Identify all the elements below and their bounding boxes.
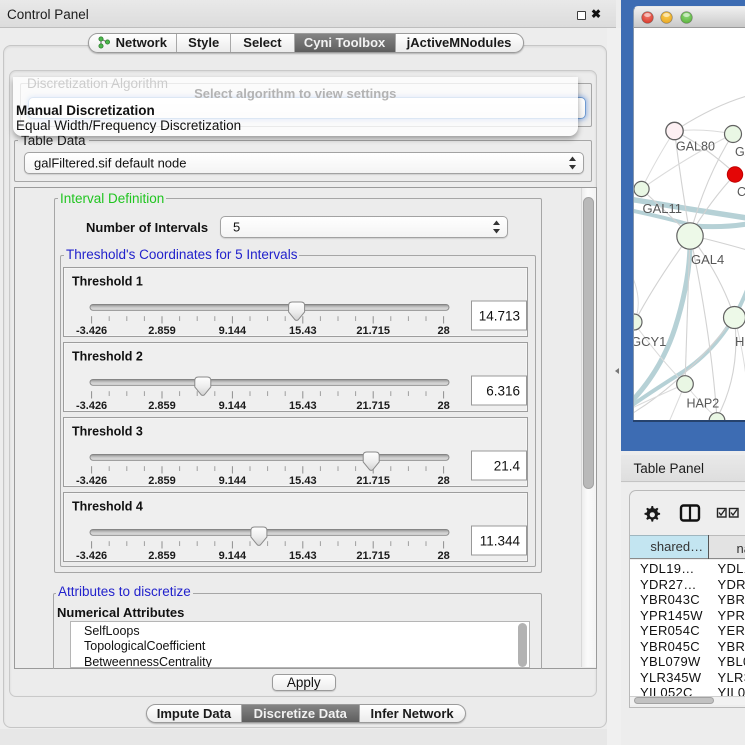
svg-text:Threshold 2: Threshold 2 — [72, 350, 143, 364]
svg-text:28: 28 — [437, 325, 449, 337]
svg-text:9.144: 9.144 — [219, 475, 247, 487]
svg-text:2.859: 2.859 — [148, 325, 176, 337]
svg-text:9.144: 9.144 — [219, 400, 247, 412]
svg-text:21.715: 21.715 — [356, 400, 390, 412]
svg-text:21.715: 21.715 — [356, 550, 390, 562]
svg-text:28: 28 — [437, 475, 449, 487]
svg-text:Threshold 4: Threshold 4 — [72, 500, 143, 514]
svg-text:21.715: 21.715 — [356, 325, 390, 337]
svg-text:15.43: 15.43 — [289, 475, 317, 487]
svg-text:-3.426: -3.426 — [76, 550, 107, 562]
svg-text:15.43: 15.43 — [289, 325, 317, 337]
svg-text:28: 28 — [437, 550, 449, 562]
svg-text:GAL4: GAL4 — [691, 252, 724, 267]
svg-text:2.859: 2.859 — [148, 400, 176, 412]
svg-text:11.344: 11.344 — [480, 534, 521, 549]
svg-text:9.144: 9.144 — [219, 325, 247, 337]
svg-text:21.715: 21.715 — [356, 475, 390, 487]
svg-text:Threshold 3: Threshold 3 — [72, 425, 143, 439]
svg-text:28: 28 — [437, 400, 449, 412]
svg-text:9.144: 9.144 — [219, 550, 247, 562]
svg-text:14.713: 14.713 — [479, 309, 520, 324]
svg-text:21.4: 21.4 — [494, 459, 521, 474]
svg-text:-3.426: -3.426 — [76, 325, 107, 337]
svg-text:GAL11: GAL11 — [643, 201, 683, 216]
svg-text:-3.426: -3.426 — [76, 400, 107, 412]
svg-text:GCY1: GCY1 — [633, 334, 666, 349]
svg-text:-3.426: -3.426 — [76, 475, 107, 487]
svg-text:6.316: 6.316 — [486, 384, 520, 399]
svg-text:HAP2: HAP2 — [687, 397, 720, 411]
svg-text:C: C — [737, 185, 745, 199]
svg-text:15.43: 15.43 — [289, 550, 317, 562]
svg-text:H: H — [735, 334, 744, 349]
svg-text:GAL80: GAL80 — [676, 140, 715, 154]
svg-text:2.859: 2.859 — [148, 475, 176, 487]
svg-text:Threshold 1: Threshold 1 — [72, 275, 143, 289]
svg-text:GA: GA — [735, 145, 745, 159]
svg-text:15.43: 15.43 — [289, 400, 317, 412]
svg-text:2.859: 2.859 — [148, 550, 176, 562]
